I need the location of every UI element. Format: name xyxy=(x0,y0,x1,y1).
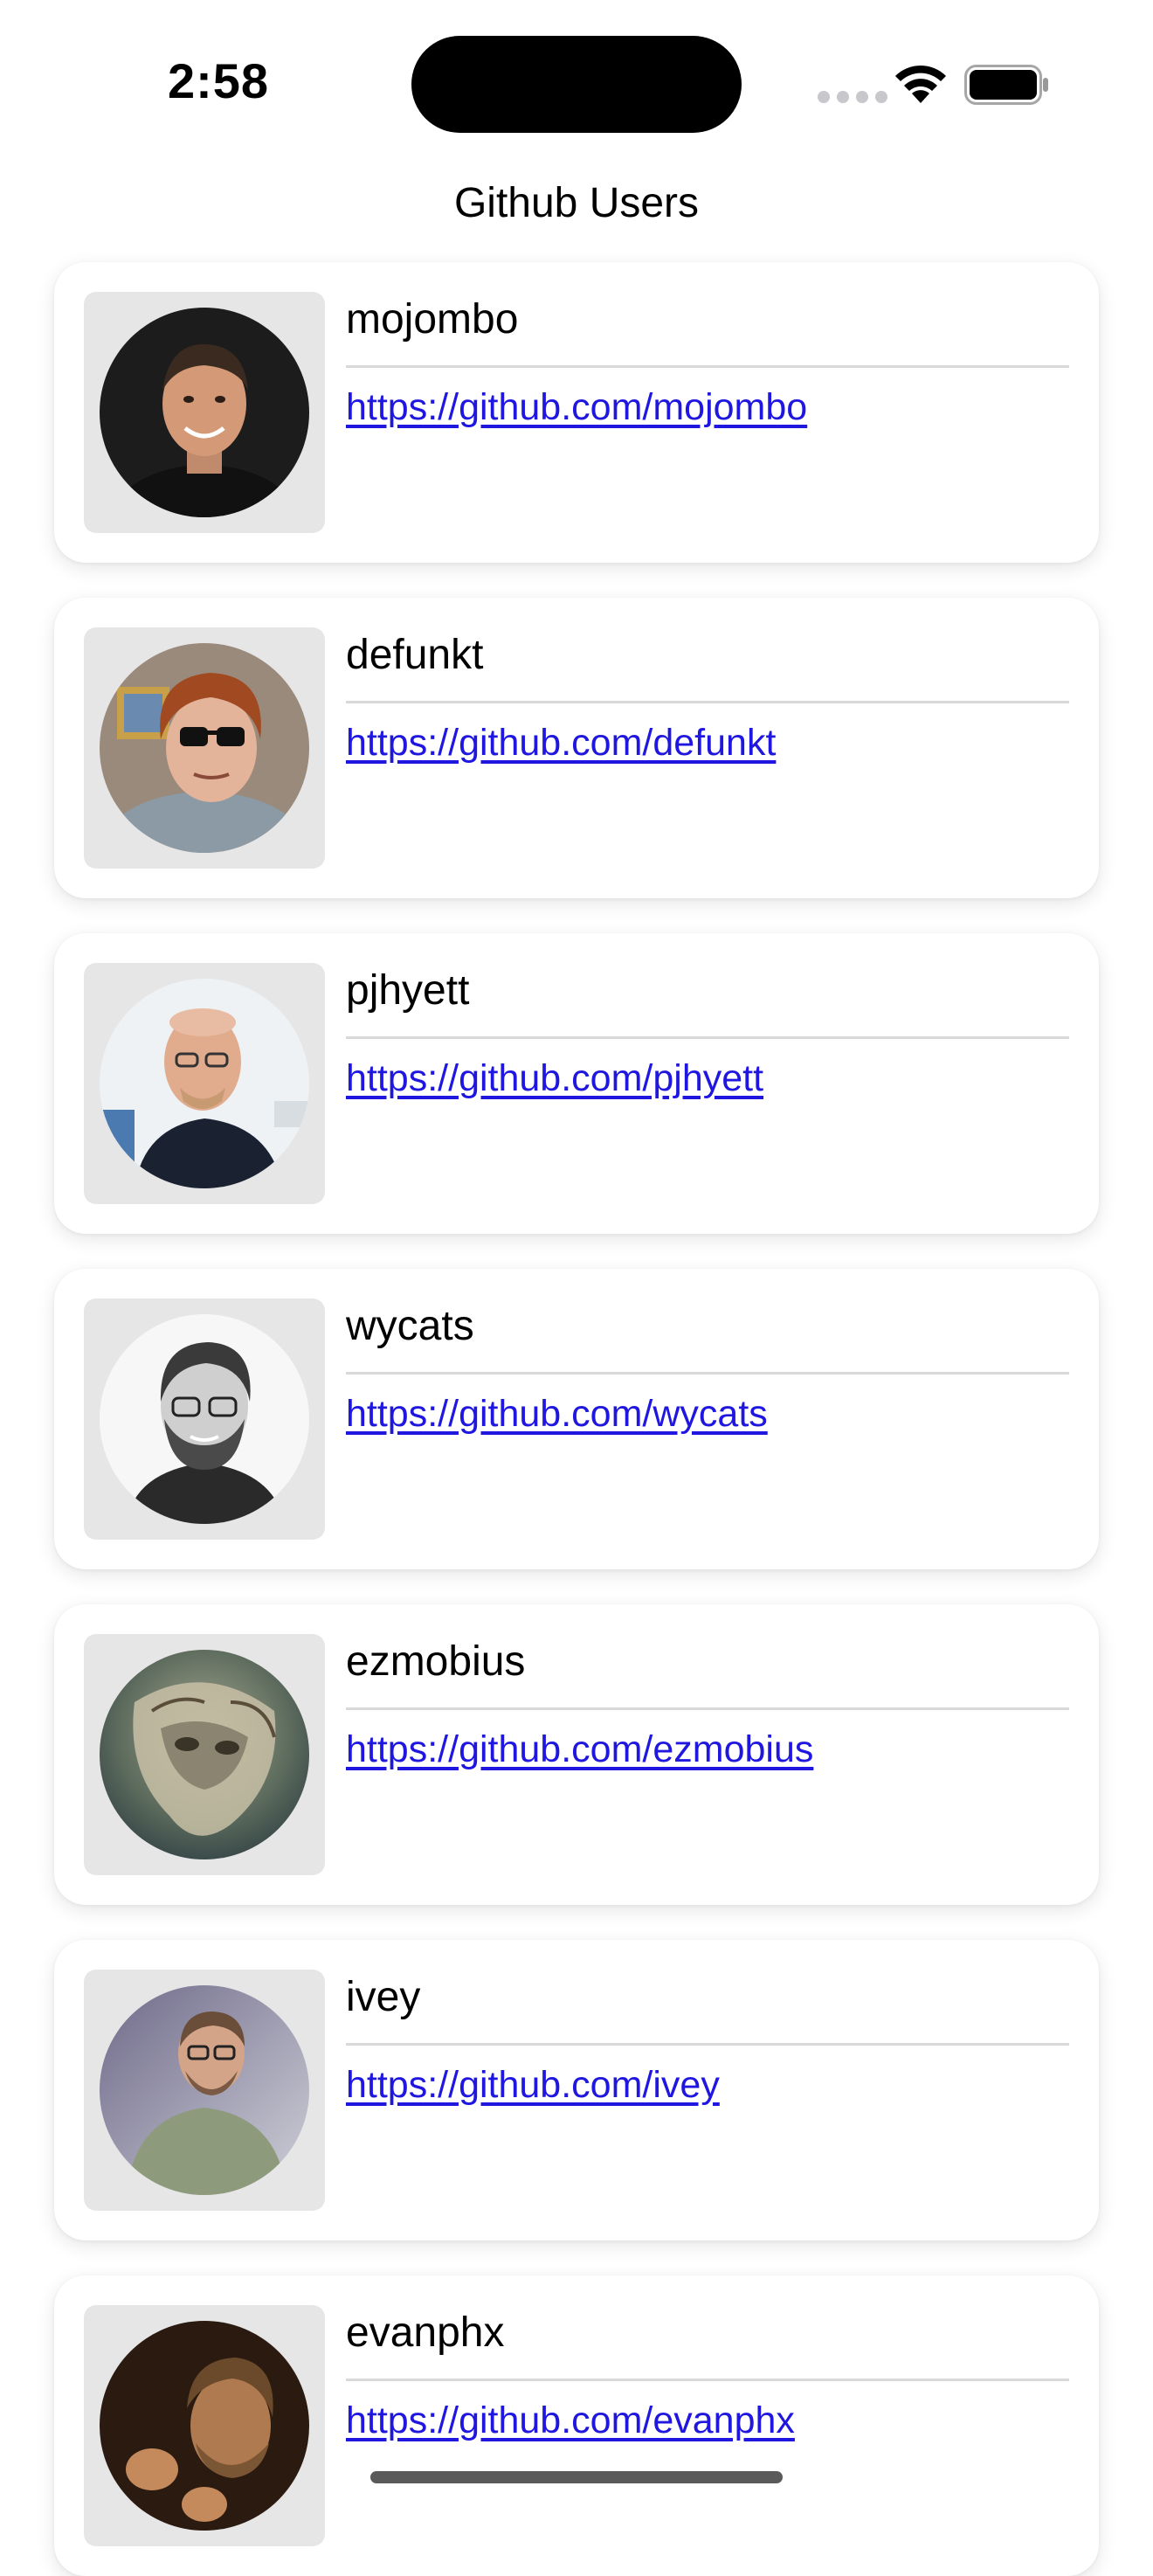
user-card[interactable]: wycats https://github.com/wycats xyxy=(54,1269,1099,1569)
profile-link[interactable]: https://github.com/pjhyett xyxy=(346,1057,763,1100)
avatar xyxy=(100,1650,309,1859)
profile-link[interactable]: https://github.com/defunkt xyxy=(346,722,776,765)
user-card[interactable]: ezmobius https://github.com/ezmobius xyxy=(54,1604,1099,1905)
avatar-frame xyxy=(84,1970,325,2211)
user-name: evanphx xyxy=(346,2309,505,2356)
alien-avatar-icon xyxy=(100,1650,309,1859)
user-card[interactable]: defunkt https://github.com/defunkt xyxy=(54,598,1099,898)
divider xyxy=(346,365,1069,368)
person-avatar-icon xyxy=(100,2321,309,2531)
user-name: pjhyett xyxy=(346,967,470,1014)
avatar-frame xyxy=(84,627,325,869)
user-name: defunkt xyxy=(346,632,484,678)
cellular-signal-icon xyxy=(818,91,887,103)
avatar-frame xyxy=(84,1298,325,1540)
avatar xyxy=(100,308,309,517)
avatar-frame xyxy=(84,292,325,533)
user-card[interactable]: pjhyett https://github.com/pjhyett xyxy=(54,933,1099,1234)
avatar-frame xyxy=(84,2305,325,2546)
battery-icon xyxy=(964,65,1048,105)
user-name: mojombo xyxy=(346,296,519,343)
profile-link[interactable]: https://github.com/evanphx xyxy=(346,2399,795,2442)
user-name: ivey xyxy=(346,1974,421,2020)
profile-link[interactable]: https://github.com/ivey xyxy=(346,2064,720,2107)
profile-link[interactable]: https://github.com/wycats xyxy=(346,1393,768,1436)
avatar-frame xyxy=(84,1634,325,1875)
person-avatar-icon xyxy=(100,979,309,1188)
divider xyxy=(346,1707,1069,1710)
avatar xyxy=(100,2321,309,2531)
user-card[interactable]: mojombo https://github.com/mojombo xyxy=(54,262,1099,563)
divider xyxy=(346,2043,1069,2046)
status-bar: 2:58 xyxy=(0,0,1153,149)
user-name: ezmobius xyxy=(346,1638,526,1685)
avatar-frame xyxy=(84,963,325,1204)
person-avatar-icon xyxy=(100,1314,309,1524)
profile-link[interactable]: https://github.com/ezmobius xyxy=(346,1728,813,1771)
user-card[interactable]: evanphx https://github.com/evanphx xyxy=(54,2275,1099,2576)
status-time: 2:58 xyxy=(167,53,270,108)
page-title: Github Users xyxy=(453,180,700,226)
avatar xyxy=(100,979,309,1188)
divider xyxy=(346,2379,1069,2381)
user-name: wycats xyxy=(346,1303,474,1349)
wifi-icon xyxy=(895,65,946,103)
avatar xyxy=(100,1985,309,2195)
dynamic-island xyxy=(411,36,742,133)
divider xyxy=(346,1372,1069,1375)
profile-link[interactable]: https://github.com/mojombo xyxy=(346,386,807,429)
person-avatar-icon xyxy=(100,1985,309,2195)
home-indicator[interactable] xyxy=(370,2471,783,2483)
divider xyxy=(346,1036,1069,1039)
person-avatar-icon xyxy=(100,308,309,517)
person-avatar-icon xyxy=(100,643,309,853)
divider xyxy=(346,701,1069,703)
avatar xyxy=(100,643,309,853)
user-card[interactable]: ivey https://github.com/ivey xyxy=(54,1940,1099,2240)
avatar xyxy=(100,1314,309,1524)
